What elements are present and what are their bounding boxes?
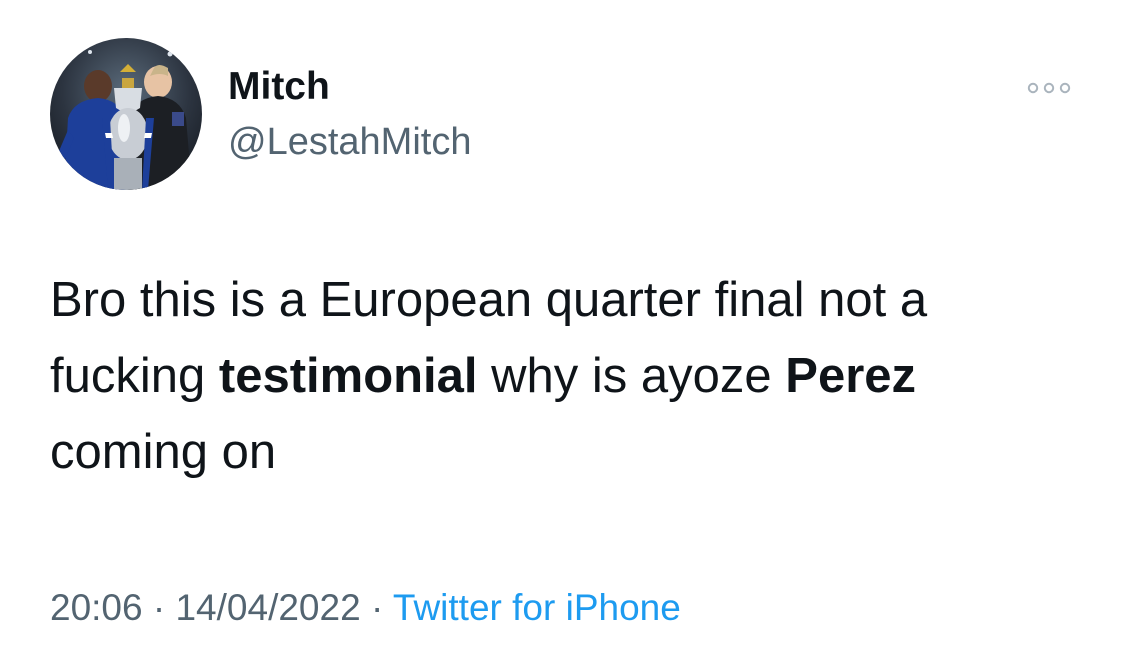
more-dots-icon — [1027, 82, 1071, 94]
tweet-text-bold-segment: testimonial — [218, 349, 478, 403]
tweet-text-bold-segment: Perez — [785, 349, 917, 403]
tweet-source-link[interactable]: Twitter for iPhone — [393, 587, 681, 628]
tweet-text: Bro this is a European quarter final not… — [50, 262, 1080, 490]
tweet-text-segment: coming on — [50, 425, 277, 479]
more-options-button[interactable] — [1022, 70, 1076, 106]
avatar[interactable] — [50, 38, 202, 190]
meta-separator: · — [370, 587, 384, 628]
author-handle[interactable]: @LestahMitch — [228, 117, 471, 167]
tweet-card: Mitch @LestahMitch Bro this is a Europea… — [0, 0, 1125, 672]
tweet-date[interactable]: 14/04/2022 — [175, 587, 360, 628]
tweet-text-segment: why is ayoze — [477, 349, 786, 403]
tweet-metadata: 20:06 · 14/04/2022 · Twitter for iPhone — [50, 583, 681, 633]
meta-separator: · — [152, 587, 166, 628]
author-display-name[interactable]: Mitch — [228, 62, 330, 112]
tweet-time[interactable]: 20:06 — [50, 587, 143, 628]
profile-photo-icon — [50, 38, 202, 190]
